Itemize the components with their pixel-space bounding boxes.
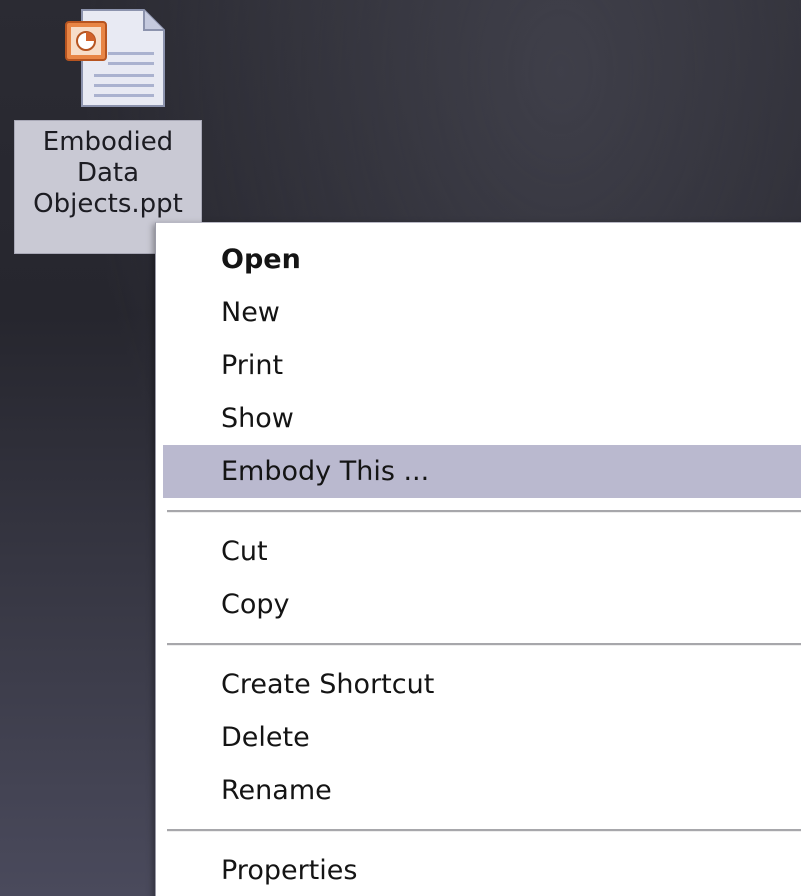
menu-item-embody-this[interactable]: Embody This ... <box>163 445 801 498</box>
context-menu: Open New Print Show Embody This ... Cut … <box>155 222 801 896</box>
menu-item-copy[interactable]: Copy <box>163 578 801 631</box>
menu-item-properties[interactable]: Properties <box>163 844 801 896</box>
powerpoint-file-icon <box>65 9 165 107</box>
desktop-file-icon[interactable]: Embodied Data Objects.ppt <box>14 8 204 254</box>
menu-item-create-shortcut[interactable]: Create Shortcut <box>163 658 801 711</box>
menu-item-show[interactable]: Show <box>163 392 801 445</box>
menu-separator <box>167 643 801 646</box>
menu-item-print[interactable]: Print <box>163 339 801 392</box>
menu-item-new[interactable]: New <box>163 286 801 339</box>
menu-item-cut[interactable]: Cut <box>163 525 801 578</box>
desktop[interactable]: Embodied Data Objects.ppt Open New Print… <box>0 0 801 896</box>
menu-separator <box>167 829 801 832</box>
menu-separator <box>167 510 801 513</box>
menu-item-open[interactable]: Open <box>163 233 801 286</box>
menu-item-rename[interactable]: Rename <box>163 764 801 817</box>
menu-item-delete[interactable]: Delete <box>163 711 801 764</box>
